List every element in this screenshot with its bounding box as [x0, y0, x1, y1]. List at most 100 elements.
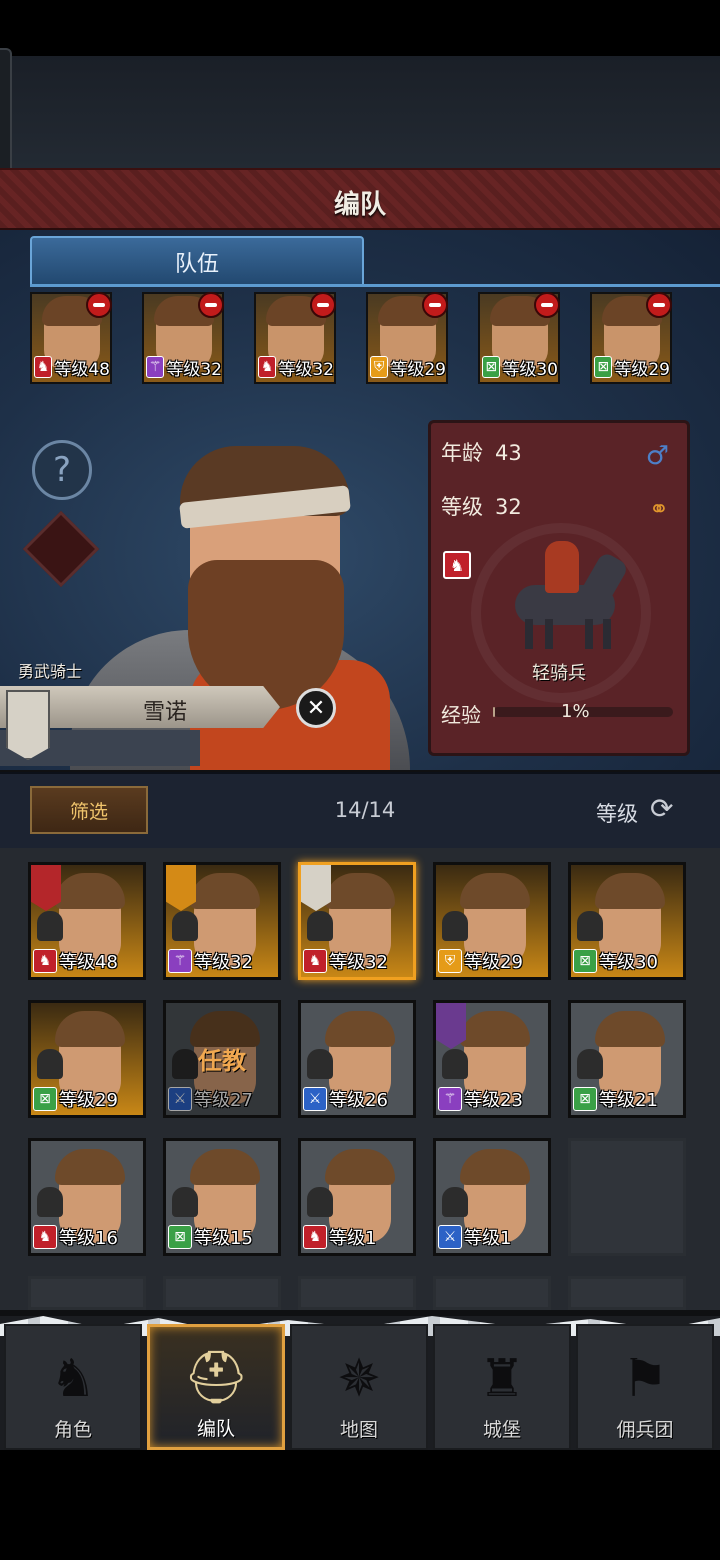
close-icon: ✕ [306, 695, 326, 721]
unit-mini-icon [172, 911, 198, 941]
roster-card[interactable]: ⊠ 等级30 [568, 862, 686, 980]
roster-card[interactable]: ⊠ 等级21 [568, 1000, 686, 1118]
roster-card[interactable]: ♞ 等级32 [298, 862, 416, 980]
team-slot[interactable]: ⛨ 等级29 [366, 292, 448, 384]
busy-label: 任教 [198, 1047, 246, 1075]
unit-illustration [499, 541, 639, 651]
bow-icon: ⊠ [33, 1087, 57, 1111]
roster-card[interactable]: ⚚ 等级32 [163, 862, 281, 980]
rings-icon[interactable]: ⚭ [649, 495, 669, 523]
roster-card[interactable]: ⚔ 等级26 [298, 1000, 416, 1118]
nav-item[interactable]: ♞ 角色 [4, 1324, 142, 1450]
tab-underline [30, 284, 720, 287]
shield-icon: ⛨ [370, 356, 389, 378]
roster-card[interactable]: ♞ 等级1 [298, 1138, 416, 1256]
roster-count: 14/14 [334, 798, 396, 822]
remove-icon[interactable] [86, 292, 112, 318]
exp-label: 经验 [441, 703, 481, 727]
staff-icon: ⚚ [438, 1087, 462, 1111]
remove-icon[interactable] [534, 292, 560, 318]
tab-team[interactable]: 队伍 [30, 236, 364, 286]
horse-icon: ♞ [303, 949, 327, 973]
bottom-nav: ♞ 角色 ⛑ 编队 ✵ 地图 ♜ 城堡 ⚑ 佣兵团 [0, 1316, 720, 1450]
sword-icon: ⚔ [303, 1087, 327, 1111]
male-icon: ♂ [645, 441, 669, 471]
castle-icon: ♜ [478, 1349, 526, 1409]
nav-item[interactable]: ♜ 城堡 [433, 1324, 571, 1450]
level-text: 等级23 [464, 1090, 523, 1111]
nav-item[interactable]: ✵ 地图 [290, 1324, 428, 1450]
remove-icon[interactable] [198, 292, 224, 318]
emblem-icon [166, 865, 196, 911]
roster-card[interactable]: ⚚ 等级23 [433, 1000, 551, 1118]
level-text: 等级32 [329, 952, 388, 973]
level-text: 等级48 [59, 952, 118, 973]
horse-icon: ♞ [33, 1225, 57, 1249]
top-background [0, 56, 720, 168]
exp-percent: 1% [561, 701, 590, 722]
shield-icon: ⛨ [438, 949, 462, 973]
unit-mini-icon [442, 911, 468, 941]
remove-icon[interactable] [310, 292, 336, 318]
emblem-icon [301, 865, 331, 911]
roster-card[interactable]: ⛨ 等级29 [433, 862, 551, 980]
roster-card[interactable]: ⊠ 等级15 [163, 1138, 281, 1256]
team-slot[interactable]: ⚚ 等级32 [142, 292, 224, 384]
team-slot[interactable]: ⊠ 等级29 [590, 292, 672, 384]
level-text: 等级29 [390, 359, 446, 380]
empty-slot [568, 1276, 686, 1310]
compass-icon: ✵ [337, 1349, 381, 1409]
level-text: 等级32 [278, 359, 334, 380]
team-slot[interactable]: ♞ 等级48 [30, 292, 112, 384]
sword-icon: ⚔ [168, 1087, 192, 1111]
bow-icon: ⊠ [168, 1225, 192, 1249]
nav-label: 佣兵团 [616, 1419, 674, 1441]
nav-label: 编队 [196, 1418, 235, 1440]
level-text: 等级15 [194, 1228, 253, 1249]
level-text: 等级30 [599, 952, 658, 973]
roster-card[interactable]: ⚔ 等级1 [433, 1138, 551, 1256]
knight-icon: ♞ [49, 1349, 97, 1409]
bow-icon: ⊠ [594, 356, 613, 378]
team-panel: 队伍 ♞ 等级48 ⚚ 等级32 ♞ 等级32 ⛨ 等级29 ⊠ 等级30 ⊠ 等级29 ? 勇武骑士… [0, 230, 720, 770]
team-slot[interactable]: ⊠ 等级30 [478, 292, 560, 384]
side-handle[interactable] [0, 48, 12, 188]
empty-slot [298, 1276, 416, 1310]
horse-icon: ♞ [303, 1225, 327, 1249]
bow-icon: ⊠ [573, 1087, 597, 1111]
remove-icon[interactable] [422, 292, 448, 318]
nav-item[interactable]: ⚑ 佣兵团 [576, 1324, 714, 1450]
nav-item[interactable]: ⛑ 编队 [147, 1324, 285, 1450]
remove-icon[interactable] [646, 292, 672, 318]
team-slot[interactable]: ♞ 等级32 [254, 292, 336, 384]
horse-icon: ♞ [34, 356, 53, 378]
unit-mini-icon [442, 1187, 468, 1217]
banner-icon: ⚑ [621, 1349, 669, 1409]
status-bar [0, 0, 720, 56]
refresh-icon[interactable]: ⟳ [650, 792, 673, 825]
hero-name[interactable]: 雪诺 [100, 694, 230, 726]
horse-icon: ♞ [443, 551, 471, 579]
unit-mini-icon [577, 911, 603, 941]
bottom-bar [0, 1450, 720, 1560]
roster-card[interactable]: ♞ 等级16 [28, 1138, 146, 1256]
unit-mini-icon [307, 1049, 333, 1079]
sort-label[interactable]: 等级 [596, 798, 638, 828]
page-title: 编队 [333, 190, 386, 220]
unit-mini-icon [37, 911, 63, 941]
roster-card[interactable]: 任教 ⚔ 等级27 [163, 1000, 281, 1118]
level-text: 等级29 [59, 1090, 118, 1111]
remove-hero-button[interactable]: ✕ [296, 688, 336, 728]
roster-card[interactable]: ⊠ 等级29 [28, 1000, 146, 1118]
stats-panel: 年龄 43 ♂ 等级 32 ⚭ ♞ 轻骑兵 经验 1% [428, 420, 690, 756]
level-text: 等级29 [464, 952, 523, 973]
level-text: 等级21 [599, 1090, 658, 1111]
unit-mini-icon [172, 1187, 198, 1217]
roster-card[interactable]: ♞ 等级48 [28, 862, 146, 980]
level-text: 等级16 [59, 1228, 118, 1249]
banner-icon [6, 690, 50, 760]
unit-name: 轻骑兵 [532, 663, 586, 684]
age-value: 43 [495, 441, 522, 465]
empty-slot [433, 1276, 551, 1310]
filter-button[interactable]: 筛选 [30, 786, 148, 834]
